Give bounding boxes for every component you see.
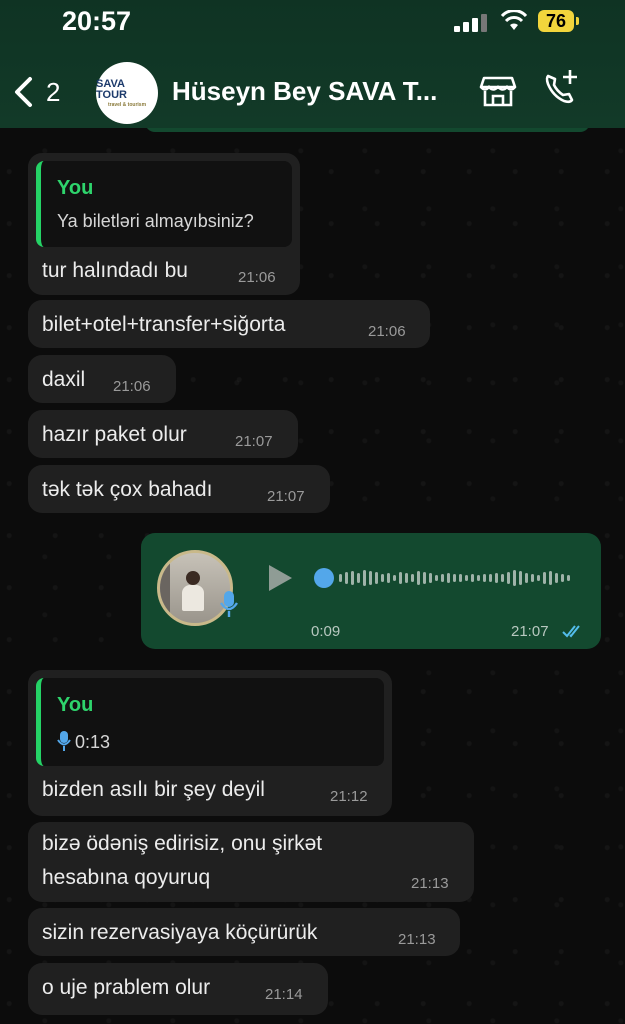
message-text-line1: bizə ödəniş edirisiz, onu şirkət bbox=[42, 832, 323, 855]
waveform-bar bbox=[543, 572, 546, 584]
waveform-bar bbox=[441, 574, 444, 582]
message-text: tur halındadı bu bbox=[42, 259, 188, 282]
waveform-bar bbox=[483, 574, 486, 582]
waveform-bar bbox=[429, 573, 432, 583]
waveform-bar bbox=[435, 575, 438, 581]
waveform-bar bbox=[555, 573, 558, 583]
waveform-bar bbox=[537, 575, 540, 581]
microphone-icon bbox=[57, 731, 71, 751]
incoming-message[interactable]: You Ya biletləri almayıbsiniz? tur halın… bbox=[28, 153, 300, 295]
message-time: 21:07 bbox=[235, 433, 273, 450]
contact-name[interactable]: Hüseyn Bey SAVA T... bbox=[172, 76, 437, 107]
message-text: hazır paket olur bbox=[42, 423, 187, 446]
chat-header: 20:57 76 2 SAVA TOUR travel & tourism Hü… bbox=[0, 0, 625, 128]
avatar-logo-text: SAVA TOUR bbox=[96, 77, 127, 101]
microphone-icon bbox=[220, 591, 238, 617]
status-time: 20:57 bbox=[62, 6, 132, 36]
play-icon[interactable] bbox=[266, 563, 294, 593]
battery-indicator: 76 bbox=[538, 10, 574, 32]
waveform-bar bbox=[501, 574, 504, 582]
waveform-bar bbox=[417, 571, 420, 585]
waveform-bar bbox=[357, 573, 360, 583]
message-time: 21:07 bbox=[267, 488, 305, 505]
waveform-bar bbox=[393, 575, 396, 581]
incoming-message[interactable]: sizin rezervasiyaya köçürürük 21:13 bbox=[28, 908, 460, 956]
incoming-message[interactable]: bilet+otel+transfer+siğorta 21:06 bbox=[28, 300, 430, 348]
avatar-logo-subtext: travel & tourism bbox=[107, 101, 147, 108]
waveform-bar bbox=[459, 574, 462, 582]
waveform-bar bbox=[465, 575, 468, 581]
quote-author: You bbox=[57, 177, 94, 199]
waveform-bar bbox=[489, 574, 492, 582]
quote-voice-duration: 0:13 bbox=[75, 732, 111, 752]
back-button[interactable]: 2 bbox=[12, 72, 60, 112]
message-text: sizin rezervasiyaya köçürürük bbox=[42, 921, 318, 944]
battery-tip bbox=[576, 17, 579, 25]
message-text: bilet+otel+transfer+siğorta bbox=[42, 313, 286, 336]
waveform-bar bbox=[399, 572, 402, 584]
quote-author: You bbox=[57, 694, 94, 716]
incoming-message[interactable]: bizə ödəniş edirisiz, onu şirkət hesabın… bbox=[28, 822, 474, 902]
waveform-bar bbox=[495, 573, 498, 583]
waveform-bar bbox=[423, 572, 426, 584]
message-text: bizden asılı bir şey deyil bbox=[42, 778, 265, 801]
message-time: 21:07 bbox=[511, 623, 549, 640]
shop-icon[interactable] bbox=[478, 70, 518, 110]
message-text: tək tək çox bahadı bbox=[42, 478, 213, 501]
waveform-bar bbox=[369, 571, 372, 585]
cellular-signal-icon bbox=[454, 14, 488, 32]
message-time: 21:14 bbox=[265, 986, 303, 1003]
voice-waveform[interactable] bbox=[313, 565, 573, 591]
message-time: 21:06 bbox=[238, 269, 276, 286]
incoming-message[interactable]: tək tək çox bahadı 21:07 bbox=[28, 465, 330, 513]
waveform-bar bbox=[531, 574, 534, 582]
wifi-icon bbox=[500, 10, 528, 30]
message-time: 21:13 bbox=[398, 931, 436, 948]
waveform-bar bbox=[381, 574, 384, 582]
waveform-bar bbox=[363, 570, 366, 586]
unread-count: 2 bbox=[46, 76, 61, 107]
waveform-bar bbox=[405, 573, 408, 583]
waveform-bar bbox=[561, 574, 564, 582]
voice-duration: 0:09 bbox=[311, 623, 341, 640]
message-time: 21:13 bbox=[411, 875, 449, 892]
waveform-bar bbox=[375, 572, 378, 584]
back-chevron-icon bbox=[15, 77, 32, 107]
waveform-bar bbox=[351, 571, 354, 585]
incoming-message[interactable]: daxil 21:06 bbox=[28, 355, 176, 403]
message-time: 21:12 bbox=[330, 788, 368, 805]
quoted-reply[interactable]: You 0:13 bbox=[36, 678, 384, 766]
message-text: o uje prablem olur bbox=[42, 976, 211, 999]
waveform-bar bbox=[453, 574, 456, 582]
waveform-bar bbox=[387, 573, 390, 583]
waveform-bar bbox=[345, 572, 348, 584]
quoted-reply[interactable]: You Ya biletləri almayıbsiniz? bbox=[36, 161, 292, 247]
waveform-bar bbox=[471, 574, 474, 582]
waveform-bar bbox=[525, 573, 528, 583]
add-call-icon[interactable] bbox=[540, 68, 580, 108]
outgoing-voice-message[interactable]: 0:09 21:07 bbox=[141, 533, 601, 649]
waveform-bar bbox=[411, 574, 414, 582]
incoming-message[interactable]: hazır paket olur 21:07 bbox=[28, 410, 298, 458]
waveform-bar bbox=[567, 575, 570, 581]
contact-avatar[interactable]: SAVA TOUR travel & tourism bbox=[96, 62, 158, 124]
message-time: 21:06 bbox=[368, 323, 406, 340]
double-check-icon bbox=[562, 625, 580, 638]
message-text-line2: hesabına qoyuruq bbox=[42, 866, 211, 889]
message-text: daxil bbox=[42, 368, 86, 391]
waveform-bar bbox=[447, 573, 450, 583]
waveform-bar bbox=[513, 570, 516, 586]
waveform-bar bbox=[507, 572, 510, 584]
quote-text: Ya biletləri almayıbsiniz? bbox=[57, 211, 254, 231]
incoming-message[interactable]: You 0:13 bizden asılı bir şey deyil 21:1… bbox=[28, 670, 392, 816]
waveform-bar bbox=[477, 575, 480, 581]
waveform-bar bbox=[519, 571, 522, 585]
incoming-message[interactable]: o uje prablem olur 21:14 bbox=[28, 963, 328, 1015]
waveform-bar bbox=[549, 571, 552, 585]
waveform-bar bbox=[339, 574, 342, 582]
message-time: 21:06 bbox=[113, 378, 151, 395]
